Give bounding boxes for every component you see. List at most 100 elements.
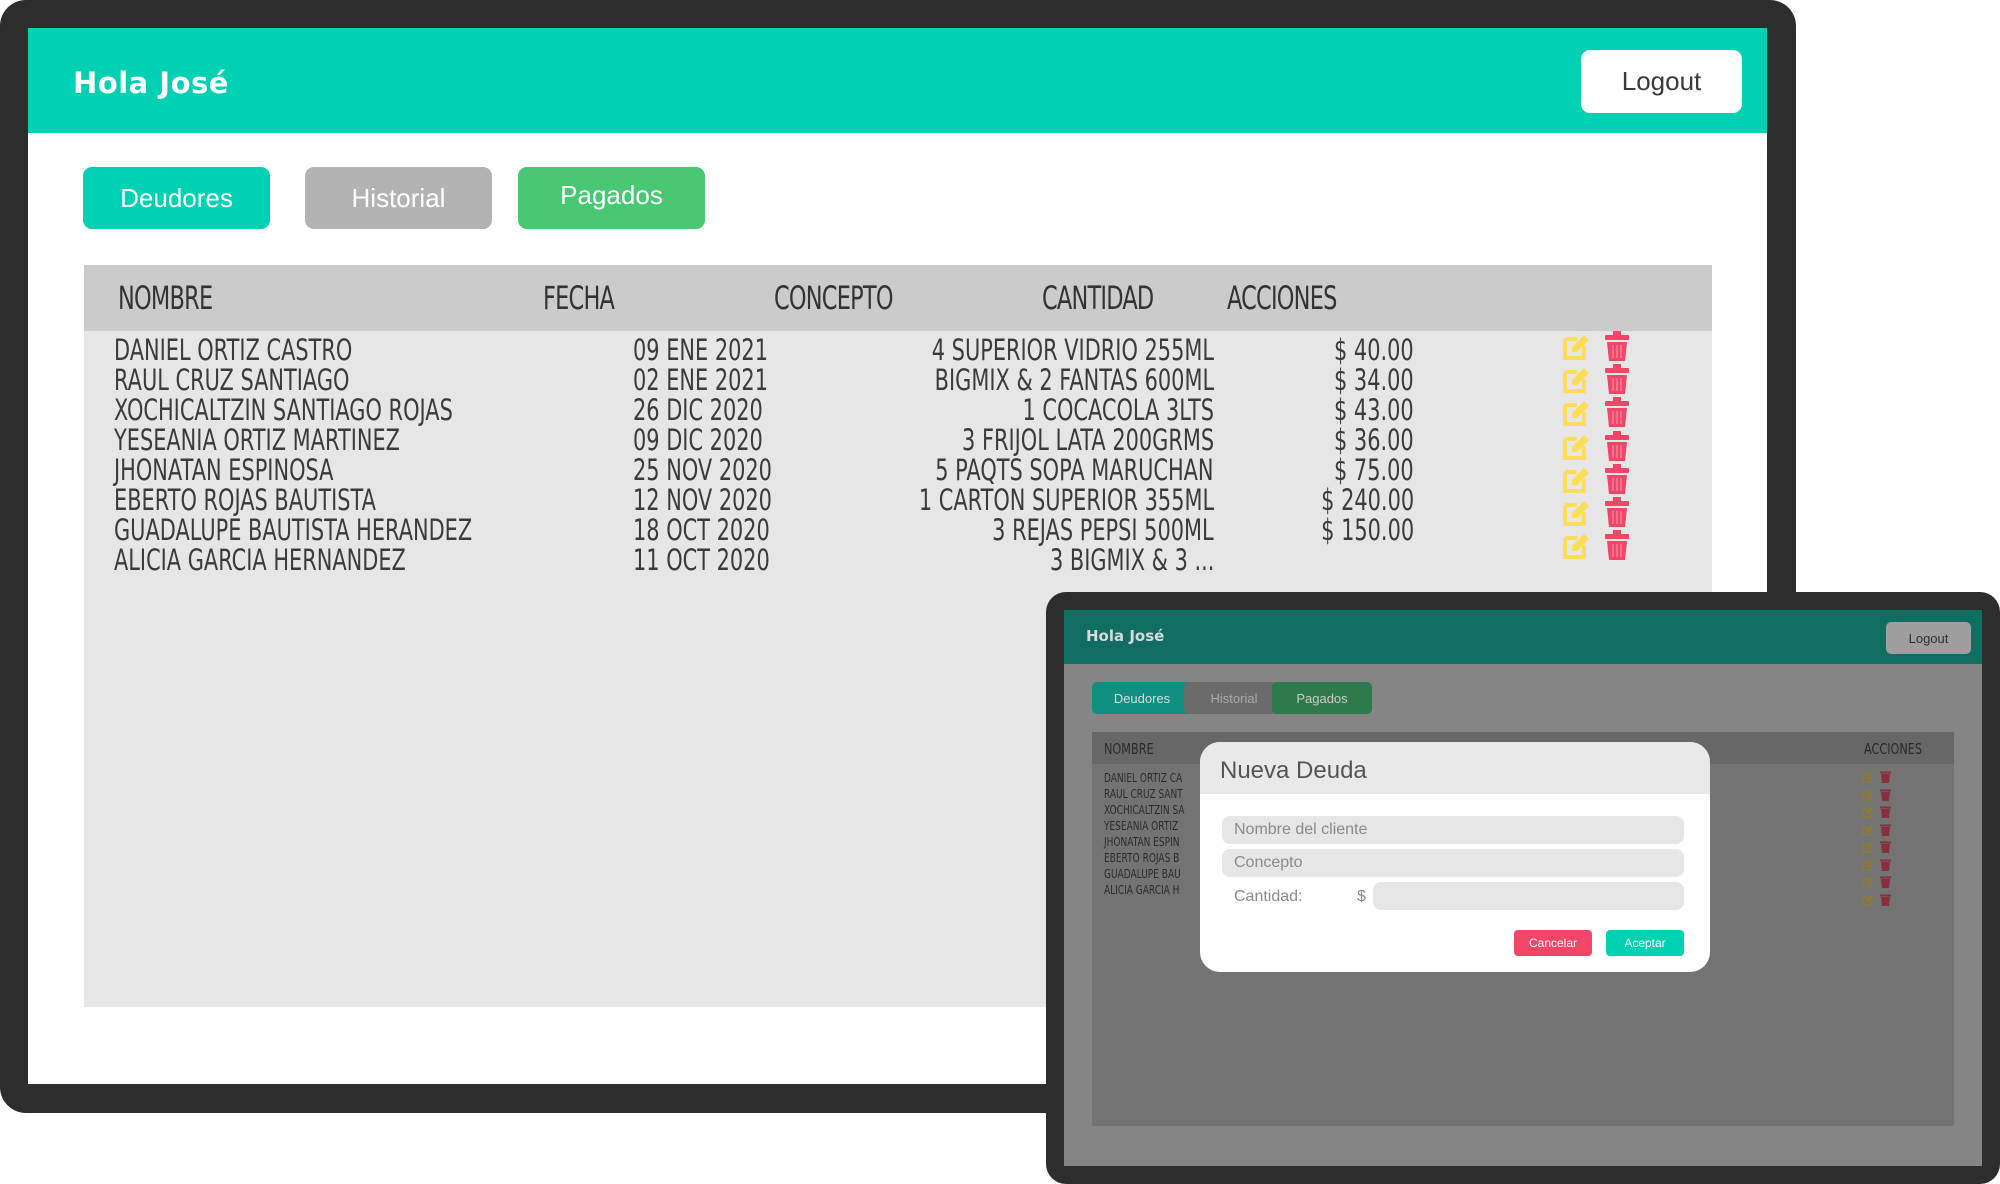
edit-icon[interactable] <box>1862 823 1874 836</box>
cell-cantidad: $ 240.00 <box>1321 483 1414 517</box>
table-row-dimmed: DANIEL ORTIZ CA <box>1104 770 1183 785</box>
header-nombre-dimmed: NOMBRE <box>1104 740 1154 758</box>
cell-cantidad: $ 75.00 <box>1334 453 1414 487</box>
row-actions <box>1562 331 1652 365</box>
trash-icon[interactable] <box>1880 788 1891 801</box>
cell-fecha: 11 OCT 2020 <box>633 543 770 577</box>
row-actions-dimmed <box>1862 840 1902 856</box>
cell-nombre: JHONATAN ESPINOSA <box>114 453 334 487</box>
trash-icon[interactable] <box>1880 770 1891 783</box>
tab-pagados[interactable]: Pagados <box>518 167 705 229</box>
tab-historial-dimmed[interactable]: Historial <box>1184 682 1284 714</box>
trash-icon[interactable] <box>1604 331 1630 361</box>
cell-cantidad: $ 36.00 <box>1334 423 1414 457</box>
cell-fecha: 12 NOV 2020 <box>633 483 772 517</box>
accept-button[interactable]: Aceptar <box>1606 930 1684 956</box>
header-acciones: ACCIONES <box>1227 279 1337 317</box>
cell-nombre: XOCHICALTZIN SANTIAGO ROJAS <box>114 393 453 427</box>
row-actions-dimmed <box>1862 893 1902 909</box>
table-header: NOMBRE FECHA CONCEPTO CANTIDAD ACCIONES <box>84 265 1712 331</box>
table-row-dimmed: GUADALUPE BAU <box>1104 866 1181 881</box>
trash-icon[interactable] <box>1880 840 1891 853</box>
header-fecha: FECHA <box>543 279 615 317</box>
cell-nombre: RAUL CRUZ SANTIAGO <box>114 363 350 397</box>
cell-nombre: EBERTO ROJAS BAUTISTA <box>114 483 376 517</box>
table-row-dimmed: XOCHICALTZIN SA <box>1104 802 1185 817</box>
cantidad-label: Cantidad: <box>1234 888 1303 905</box>
greeting: Hola José <box>73 66 229 100</box>
cell-fecha: 25 NOV 2020 <box>633 453 772 487</box>
logout-button-dimmed[interactable]: Logout <box>1886 622 1971 654</box>
currency-symbol: $ <box>1357 888 1366 905</box>
cell-cantidad: $ 40.00 <box>1334 333 1414 367</box>
cell-nombre: GUADALUPE BAUTISTA HERANDEZ <box>114 513 473 547</box>
header-nombre: NOMBRE <box>118 279 213 317</box>
app-header-dimmed: Hola José Logout <box>1064 610 1982 664</box>
edit-icon[interactable] <box>1562 333 1590 361</box>
row-actions-dimmed <box>1862 875 1902 891</box>
row-actions-dimmed <box>1862 823 1902 839</box>
cantidad-input[interactable] <box>1373 882 1684 910</box>
cell-concepto: 1 CARTON SUPERIOR 355ML <box>918 483 1214 517</box>
row-actions-dimmed <box>1862 788 1902 804</box>
table-row-dimmed: ALICIA GARCIA H <box>1104 882 1180 897</box>
nombre-cliente-input[interactable] <box>1222 816 1684 844</box>
row-actions-dimmed <box>1862 858 1902 874</box>
modal-title: Nueva Deuda <box>1220 757 1367 784</box>
tab-pagados-dimmed[interactable]: Pagados <box>1272 682 1372 714</box>
header-acciones-dimmed: ACCIONES <box>1864 740 1923 758</box>
cell-concepto: 3 FRIJOL LATA 200GRMS <box>961 423 1214 457</box>
modal-device-frame: Hola José Logout Deudores Historial Paga… <box>1046 592 2000 1184</box>
cell-concepto: BIGMIX & 2 FANTAS 600ML <box>934 363 1214 397</box>
edit-icon[interactable] <box>1862 840 1874 853</box>
edit-icon[interactable] <box>1562 366 1590 394</box>
trash-icon[interactable] <box>1880 805 1891 818</box>
cell-concepto: 1 COCACOLA 3LTS <box>1022 393 1214 427</box>
header-concepto: CONCEPTO <box>774 279 893 317</box>
edit-icon[interactable] <box>1862 858 1874 871</box>
cell-concepto: 3 BIGMIX & 3 ... <box>1049 543 1214 577</box>
row-actions-dimmed <box>1862 805 1902 821</box>
trash-icon[interactable] <box>1880 893 1891 906</box>
cancel-button[interactable]: Cancelar <box>1514 930 1592 956</box>
cell-cantidad: $ 150.00 <box>1321 513 1414 547</box>
cell-fecha: 26 DIC 2020 <box>633 393 763 427</box>
edit-icon[interactable] <box>1862 805 1874 818</box>
table-row-dimmed: JHONATAN ESPIN <box>1104 834 1180 849</box>
table-row-dimmed: YESEANIA ORTIZ <box>1104 818 1179 833</box>
tab-historial[interactable]: Historial <box>305 167 492 229</box>
cell-concepto: 3 REJAS PEPSI 500ML <box>992 513 1214 547</box>
table-row-dimmed: RAUL CRUZ SANT <box>1104 786 1183 801</box>
cell-fecha: 18 OCT 2020 <box>633 513 770 547</box>
cell-cantidad: $ 34.00 <box>1334 363 1414 397</box>
edit-icon[interactable] <box>1862 770 1874 783</box>
tab-deudores[interactable]: Deudores <box>83 167 270 229</box>
cell-fecha: 09 DIC 2020 <box>633 423 763 457</box>
table-row: ALICIA GARCIA HERNANDEZ 11 OCT 2020 3 BIGM… <box>84 543 1712 581</box>
trash-icon[interactable] <box>1880 823 1891 836</box>
tab-deudores-dimmed[interactable]: Deudores <box>1092 682 1192 714</box>
cell-concepto: 5 PAQTS SOPA MARUCHAN <box>935 453 1214 487</box>
edit-icon[interactable] <box>1862 875 1874 888</box>
row-actions-dimmed <box>1862 770 1902 786</box>
header-cantidad: CANTIDAD <box>1042 279 1154 317</box>
cell-nombre: ALICIA GARCIA HERNANDEZ <box>114 543 406 577</box>
modal-screen: Hola José Logout Deudores Historial Paga… <box>1064 610 1982 1166</box>
greeting-dimmed: Hola José <box>1086 627 1165 645</box>
cell-cantidad: $ 43.00 <box>1334 393 1414 427</box>
cell-fecha: 02 ENE 2021 <box>633 363 768 397</box>
concepto-input[interactable] <box>1222 849 1684 877</box>
nueva-deuda-modal: Nueva Deuda Cantidad: $ Cancelar Aceptar <box>1200 742 1710 972</box>
edit-icon[interactable] <box>1862 893 1874 906</box>
cell-nombre: YESEANIA ORTIZ MARTINEZ <box>114 423 400 457</box>
trash-icon[interactable] <box>1880 875 1891 888</box>
logout-button[interactable]: Logout <box>1581 50 1742 113</box>
cell-fecha: 09 ENE 2021 <box>633 333 768 367</box>
modal-header: Nueva Deuda <box>1200 742 1710 794</box>
trash-icon[interactable] <box>1880 858 1891 871</box>
table-row-dimmed: EBERTO ROJAS B <box>1104 850 1180 865</box>
cell-nombre: DANIEL ORTIZ CASTRO <box>114 333 353 367</box>
cell-concepto: 4 SUPERIOR VIDRIO 255ML <box>931 333 1214 367</box>
edit-icon[interactable] <box>1862 788 1874 801</box>
trash-icon[interactable] <box>1604 364 1630 395</box>
